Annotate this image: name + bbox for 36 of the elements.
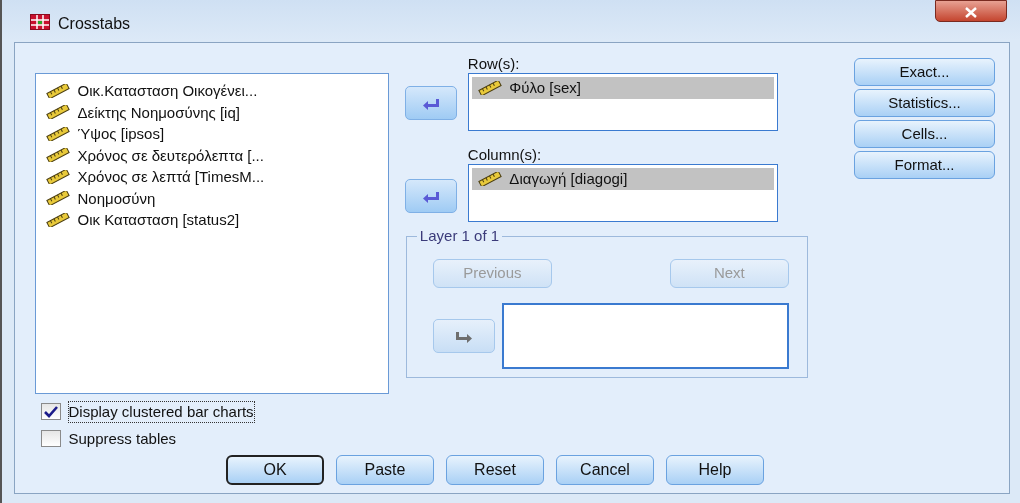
dialog-button[interactable]: Cancel bbox=[556, 455, 654, 485]
dialog-button[interactable]: Help bbox=[666, 455, 764, 485]
dialog-button[interactable]: Exact... bbox=[854, 58, 995, 86]
variable-item[interactable]: Νοημοσύνη bbox=[46, 187, 378, 209]
dialog-button[interactable]: Paste bbox=[336, 455, 434, 485]
variable-item[interactable]: Ύψος [ipsos] bbox=[46, 123, 378, 145]
variable-item[interactable]: Χρόνος σε δευτερόλεπτα [... bbox=[46, 144, 378, 166]
ruler-icon bbox=[477, 172, 502, 186]
close-icon bbox=[964, 6, 978, 18]
rows-label: Row(s): bbox=[467, 55, 521, 73]
variable-item[interactable]: Δείκτης Νοημοσύνης [iq] bbox=[46, 101, 378, 123]
move-button[interactable] bbox=[405, 179, 457, 213]
checkbox-option[interactable]: Display clustered bar charts bbox=[41, 401, 389, 422]
check-icon bbox=[44, 405, 58, 418]
layer-list[interactable] bbox=[502, 303, 789, 369]
variable-item[interactable]: Χρόνος σε λεπτά [TimesM... bbox=[46, 166, 378, 188]
variable-item[interactable]: Διαγωγή [diagogi] bbox=[471, 168, 774, 190]
move-button[interactable] bbox=[405, 86, 457, 120]
columns-label: Column(s): bbox=[467, 146, 543, 164]
variable-list[interactable]: Οικ.Κατασταση Οικογένει... Δείκτης Νοημοσύνης [iq] Ύψος [ipsos] Χρόνος σε δευτερόλεπτα [... Χρόνος σε λεπτά [TimesM... Νοημοσύνη Οικ Κατασταση [status2] bbox=[35, 73, 389, 394]
table-icon bbox=[30, 14, 50, 30]
dialog-button[interactable]: Reset bbox=[446, 455, 544, 485]
window-title: Crosstabs bbox=[58, 14, 131, 34]
dialog-button[interactable]: OK bbox=[226, 455, 324, 485]
dialog-button[interactable]: Format... bbox=[854, 151, 995, 179]
columns-list[interactable]: Διαγωγή [diagogi] bbox=[467, 164, 778, 222]
dialog-button[interactable]: Cells... bbox=[854, 120, 995, 148]
rows-list[interactable]: Φύλο [sex] bbox=[467, 73, 778, 131]
checkbox-option[interactable]: Suppress tables bbox=[41, 428, 389, 449]
close-button[interactable] bbox=[935, 0, 1007, 22]
ruler-icon bbox=[477, 81, 502, 95]
dialog-button[interactable]: Statistics... bbox=[854, 89, 995, 117]
variable-item[interactable]: Οικ.Κατασταση Οικογένει... bbox=[46, 80, 378, 102]
variable-item[interactable]: Οικ Κατασταση [status2] bbox=[46, 209, 378, 231]
variable-item[interactable]: Φύλο [sex] bbox=[471, 77, 774, 99]
layer-title: Layer 1 of 1 bbox=[416, 227, 503, 245]
